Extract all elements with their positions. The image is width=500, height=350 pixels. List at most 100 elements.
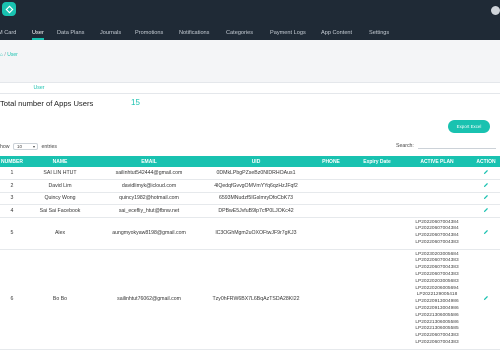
cell-action — [472, 217, 500, 250]
top-header — [0, 0, 500, 28]
nav-item-app-content[interactable]: App Content — [321, 28, 352, 40]
cell-active-plan: LP20230203005684 LP20220607004383 LP202206… — [402, 249, 472, 350]
cell-expiry-date — [352, 179, 402, 193]
cell-action — [472, 249, 500, 350]
cell-phone — [310, 192, 352, 205]
cell-email: quincy1982@hotmail.com — [96, 192, 202, 205]
plan-code: LP20220607004383 — [415, 340, 459, 346]
main-nav: M Card User Data Plans Journals Promotio… — [0, 28, 500, 40]
nav-item-journals[interactable]: Journals — [100, 28, 121, 40]
cell-active-plan: LP20220607004384 LP20220607004384 LP202206… — [402, 217, 472, 250]
page-size-control: how 10 ▾ entries — [0, 143, 57, 150]
col-number[interactable]: NUMBER — [0, 156, 24, 167]
app-logo-icon[interactable] — [2, 2, 16, 16]
pencil-icon[interactable] — [483, 296, 489, 303]
cell-action — [472, 204, 500, 218]
plan-code: LP20220607004384 — [415, 233, 459, 239]
cell-expiry-date — [352, 217, 402, 250]
nav-item-user[interactable]: User — [32, 28, 44, 40]
table-row: 1 SAI LIN HTUT sailinhtut542444@gmail.com 0… — [0, 167, 500, 180]
show-label: how — [0, 143, 10, 150]
search-label: Search: — [396, 143, 414, 149]
col-uid[interactable]: UID — [202, 156, 310, 167]
cell-active-plan — [402, 204, 472, 218]
export-excel-button[interactable]: Export Excel — [448, 120, 490, 133]
nav-item-payment-logs[interactable]: Payment Logs — [270, 28, 306, 40]
home-icon[interactable]: ⌂ — [0, 52, 3, 58]
cell-email: davidlimyk@icloud.com — [96, 179, 202, 193]
entries-label: entries — [41, 143, 58, 150]
pencil-icon[interactable] — [483, 230, 489, 237]
col-name[interactable]: NAME — [24, 156, 96, 167]
page-size-value: 10 — [16, 144, 22, 149]
nav-item-promotions[interactable]: Promotions — [135, 28, 163, 40]
cell-number: 3 — [0, 192, 24, 205]
cell-phone — [310, 179, 352, 193]
table-row: 6 Bo Bo sailinhtut76062@gmail.com Tzy0hFRW6… — [0, 249, 500, 350]
total-users-count: 15 — [131, 98, 140, 107]
breadcrumb-current: User — [7, 52, 18, 58]
total-users-label: Total number of Apps Users — [0, 99, 94, 108]
nav-item-m-card[interactable]: M Card — [0, 28, 16, 40]
cell-uid: Tzy0hFRW6BX7L6BqAzTSDA28KI22 — [202, 249, 310, 350]
cell-expiry-date — [352, 167, 402, 180]
cell-number: 6 — [0, 249, 24, 350]
cell-email: sailinhtut76062@gmail.com — [96, 249, 202, 350]
users-table: NUMBER NAME EMAIL UID PHONE Expiry Date … — [0, 156, 500, 350]
cell-uid: 0DMkLPbgPZseBz0NIDRHOAus1 — [202, 167, 310, 180]
breadcrumb: ⌂ / User — [0, 52, 18, 58]
plan-code: LP20221306005586 — [415, 312, 459, 318]
cell-action — [472, 167, 500, 180]
table-row: 3 Quincy Wong quincy1982@hotmail.com 6593MN… — [0, 192, 500, 205]
nav-item-data-plans[interactable]: Data Plans — [57, 28, 84, 40]
nav-item-settings[interactable]: Settings — [369, 28, 389, 40]
cell-phone — [310, 249, 352, 350]
chevron-down-icon: ▾ — [32, 144, 35, 149]
table-row: 2 David Lim davidlimyk@icloud.com 4lQedqfGv… — [0, 179, 500, 193]
cell-uid: 6593MNudzf5IGslmryDfoCbK73 — [202, 192, 310, 205]
pencil-icon[interactable] — [483, 182, 489, 190]
cell-name: Sai Sai Facebook — [24, 204, 96, 218]
user-avatar[interactable] — [491, 6, 500, 15]
cell-active-plan — [402, 179, 472, 193]
col-active-plan[interactable]: ACTIVE PLAN — [402, 156, 472, 167]
cell-name: Bo Bo — [24, 249, 96, 350]
cell-action — [472, 179, 500, 193]
cell-active-plan — [402, 192, 472, 205]
page-size-select[interactable]: 10 ▾ — [12, 143, 38, 150]
cell-name: David Lim — [24, 179, 96, 193]
nav-item-notifications[interactable]: Notifications — [179, 28, 209, 40]
table-row: 4 Sai Sai Facebook sai_ecefliy_htut@fbnw.n… — [0, 204, 500, 218]
cell-number: 2 — [0, 179, 24, 193]
plan-code: LP20220913004986 — [415, 306, 459, 312]
col-email[interactable]: EMAIL — [96, 156, 202, 167]
pencil-icon[interactable] — [483, 195, 489, 202]
cell-email: aungmyokyaw8198@gmail.com — [96, 217, 202, 250]
nav-item-categories[interactable]: Categories — [226, 28, 253, 40]
table-row: 5 Alex aungmyokyaw8198@gmail.com lC3OGhMgm2… — [0, 217, 500, 250]
pencil-icon[interactable] — [483, 207, 489, 215]
cell-phone — [310, 217, 352, 250]
col-expiry-date[interactable]: Expiry Date — [352, 156, 402, 167]
pencil-icon[interactable] — [483, 170, 489, 177]
cell-phone — [310, 204, 352, 218]
cell-phone — [310, 167, 352, 180]
breadcrumb-separator: / — [4, 52, 6, 58]
cell-expiry-date — [352, 249, 402, 350]
cell-number: 4 — [0, 204, 24, 218]
plan-code: LP20220607004383 — [415, 272, 459, 278]
cell-email: sai_ecefliy_htut@fbnw.net — [96, 204, 202, 218]
plan-code: LP20220203005683 — [415, 278, 459, 284]
search-input[interactable] — [418, 142, 496, 149]
cell-number: 5 — [0, 217, 24, 250]
col-phone[interactable]: PHONE — [310, 156, 352, 167]
cell-uid: DPBwE5JvfuB9lp7cfP0LJOKc42 — [202, 204, 310, 218]
cell-email: sailinhtut542444@gmail.com — [96, 167, 202, 180]
cell-number: 1 — [0, 167, 24, 180]
users-panel: Total number of Apps Users 15 Export Exc… — [0, 94, 500, 350]
cell-action — [472, 192, 500, 205]
tab-bar: User — [0, 82, 500, 95]
cell-name: SAI LIN HTUT — [24, 167, 96, 180]
cell-active-plan — [402, 167, 472, 180]
cell-name: Alex — [24, 217, 96, 250]
